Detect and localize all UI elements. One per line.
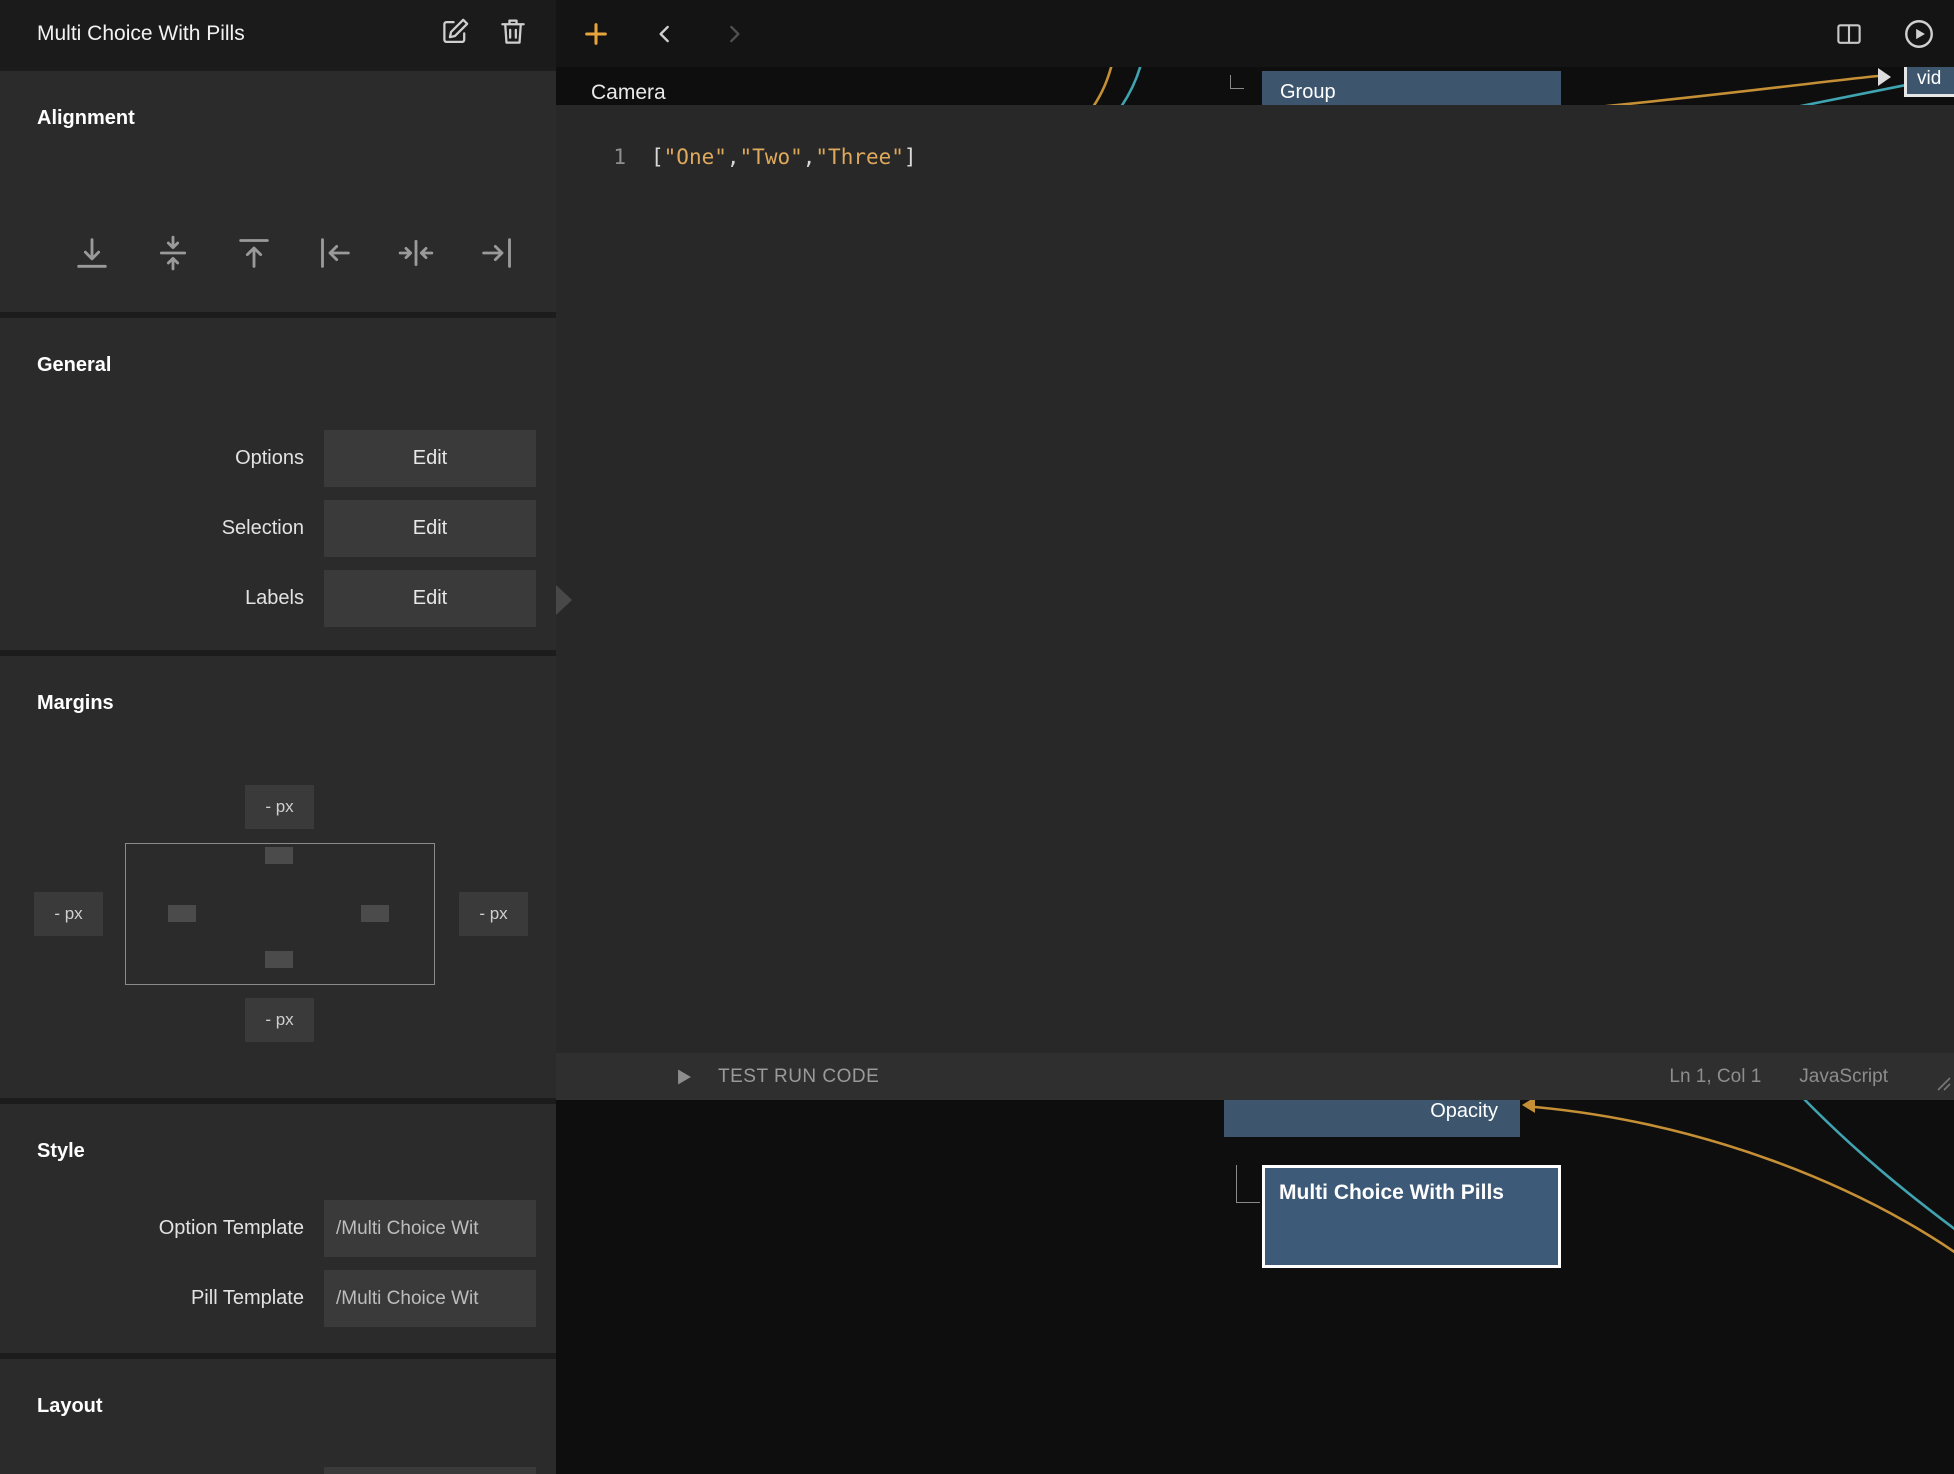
margin-handle-bottom[interactable] [265,951,293,968]
property-row-options: Options Edit [0,430,556,487]
section-title: Layout [0,1359,556,1418]
margin-top-button[interactable]: - px [245,785,314,829]
resize-grip-icon [1935,1075,1951,1091]
labels-label: Labels [0,587,304,610]
margin-right-button[interactable]: - px [459,892,528,936]
property-row-pill-template: Pill Template /Multi Choice Wit [0,1270,556,1327]
margin-bottom-button[interactable]: - px [245,998,314,1042]
video-node[interactable]: vid [1904,67,1954,97]
align-vertical-center-icon [153,233,193,273]
section-title: General [0,318,556,377]
connection-teal-top-left [1121,67,1141,107]
line-number: 1 [556,145,626,169]
margin-handle-left[interactable] [168,905,196,922]
align-left-button[interactable] [313,231,357,275]
align-left-icon [315,233,355,273]
connection-teal-bottom [1803,1098,1954,1230]
margin-left-button[interactable]: - px [34,892,103,936]
delete-button[interactable] [492,13,534,55]
align-vertical-center-button[interactable] [151,231,195,275]
test-run-code-button[interactable]: TEST RUN CODE [677,1066,879,1088]
connection-arrow-right-icon [1878,68,1891,86]
section-general: General Options Edit Selection Edit Labe… [0,318,556,650]
navigate-back-button[interactable] [643,12,687,56]
code-editing-area[interactable]: 1 ["One","Two","Three"] [556,105,1954,169]
section-margins: Margins - px - px - px - px [0,656,556,1098]
property-row-selection: Selection Edit [0,500,556,557]
editor-status: Ln 1, Col 1 JavaScript [1669,1066,1888,1088]
code-line[interactable]: ["One","Two","Three"] [651,145,917,169]
section-style: Style Option Template /Multi Choice Wit … [0,1104,556,1353]
tree-connector-bracket [1230,75,1244,89]
editor-footer: TEST RUN CODE Ln 1, Col 1 JavaScript [556,1053,1954,1100]
panel-pointer-notch [556,585,572,615]
tree-connector-bracket [1236,1165,1260,1203]
chevron-right-icon [721,21,747,47]
run-preview-button[interactable] [1897,12,1941,56]
run-play-icon [677,1068,692,1086]
align-horizontal-center-icon [396,233,436,273]
selected-node-multi-choice-with-pills[interactable]: Multi Choice With Pills [1262,1165,1561,1268]
option-template-field[interactable]: /Multi Choice Wit [324,1200,536,1257]
property-row-option-template: Option Template /Multi Choice Wit [0,1200,556,1257]
cursor-position: Ln 1, Col 1 [1669,1066,1761,1088]
alignment-buttons [70,231,519,275]
split-view-icon [1834,19,1864,49]
navigate-forward-button[interactable] [712,12,756,56]
language-label: JavaScript [1799,1066,1888,1088]
panel-title: Multi Choice With Pills [37,22,434,46]
test-run-code-label: TEST RUN CODE [718,1066,879,1088]
section-alignment: Alignment [0,71,556,312]
align-bottom-button[interactable] [70,231,114,275]
play-circle-icon [1902,17,1936,51]
section-title: Margins [0,656,556,715]
pill-template-label: Pill Template [0,1287,304,1310]
edit-pencil-icon [438,15,472,52]
panel-header-actions [434,13,534,55]
pill-template-field[interactable]: /Multi Choice Wit [324,1270,536,1327]
split-view-button[interactable] [1827,12,1871,56]
selection-label: Selection [0,517,304,540]
connection-orange-top-left [1093,67,1112,107]
trash-icon [496,15,530,52]
property-panel-header: Multi Choice With Pills [0,0,556,67]
labels-edit-button[interactable]: Edit [324,570,536,627]
style-rows: Option Template /Multi Choice Wit Pill T… [0,1200,556,1340]
margin-handle-top[interactable] [265,847,293,864]
opacity-node-label: Opacity [1430,1100,1498,1123]
align-top-button[interactable] [232,231,276,275]
code-editor-panel: 1 ["One","Two","Three"] TEST RUN CODE Ln… [556,105,1954,1100]
section-layout: Layout [0,1359,556,1474]
main-area: Camera Group vid Opacity Multi Choice Wi… [556,0,1954,1474]
toolbar-right-actions [1827,12,1941,56]
align-horizontal-center-button[interactable] [394,231,438,275]
add-node-button[interactable] [574,12,618,56]
section-title: Alignment [0,71,556,130]
option-template-label: Option Template [0,1217,304,1240]
plus-icon [582,20,610,48]
align-right-button[interactable] [475,231,519,275]
align-bottom-icon [72,233,112,273]
margin-handle-right[interactable] [361,905,389,922]
options-edit-button[interactable]: Edit [324,430,536,487]
chevron-left-icon [652,21,678,47]
general-rows: Options Edit Selection Edit Labels Edit [0,430,556,640]
layout-partial-field [324,1467,536,1474]
selection-edit-button[interactable]: Edit [324,500,536,557]
canvas-toolbar [556,0,1954,67]
editor-resize-handle[interactable] [1935,1075,1951,1097]
align-top-icon [234,233,274,273]
align-right-icon [477,233,517,273]
section-title: Style [0,1104,556,1163]
options-label: Options [0,447,304,470]
property-panel: Multi Choice With Pills Align [0,0,556,1474]
property-row-labels: Labels Edit [0,570,556,627]
camera-node-label[interactable]: Camera [591,81,666,105]
rename-button[interactable] [434,13,476,55]
